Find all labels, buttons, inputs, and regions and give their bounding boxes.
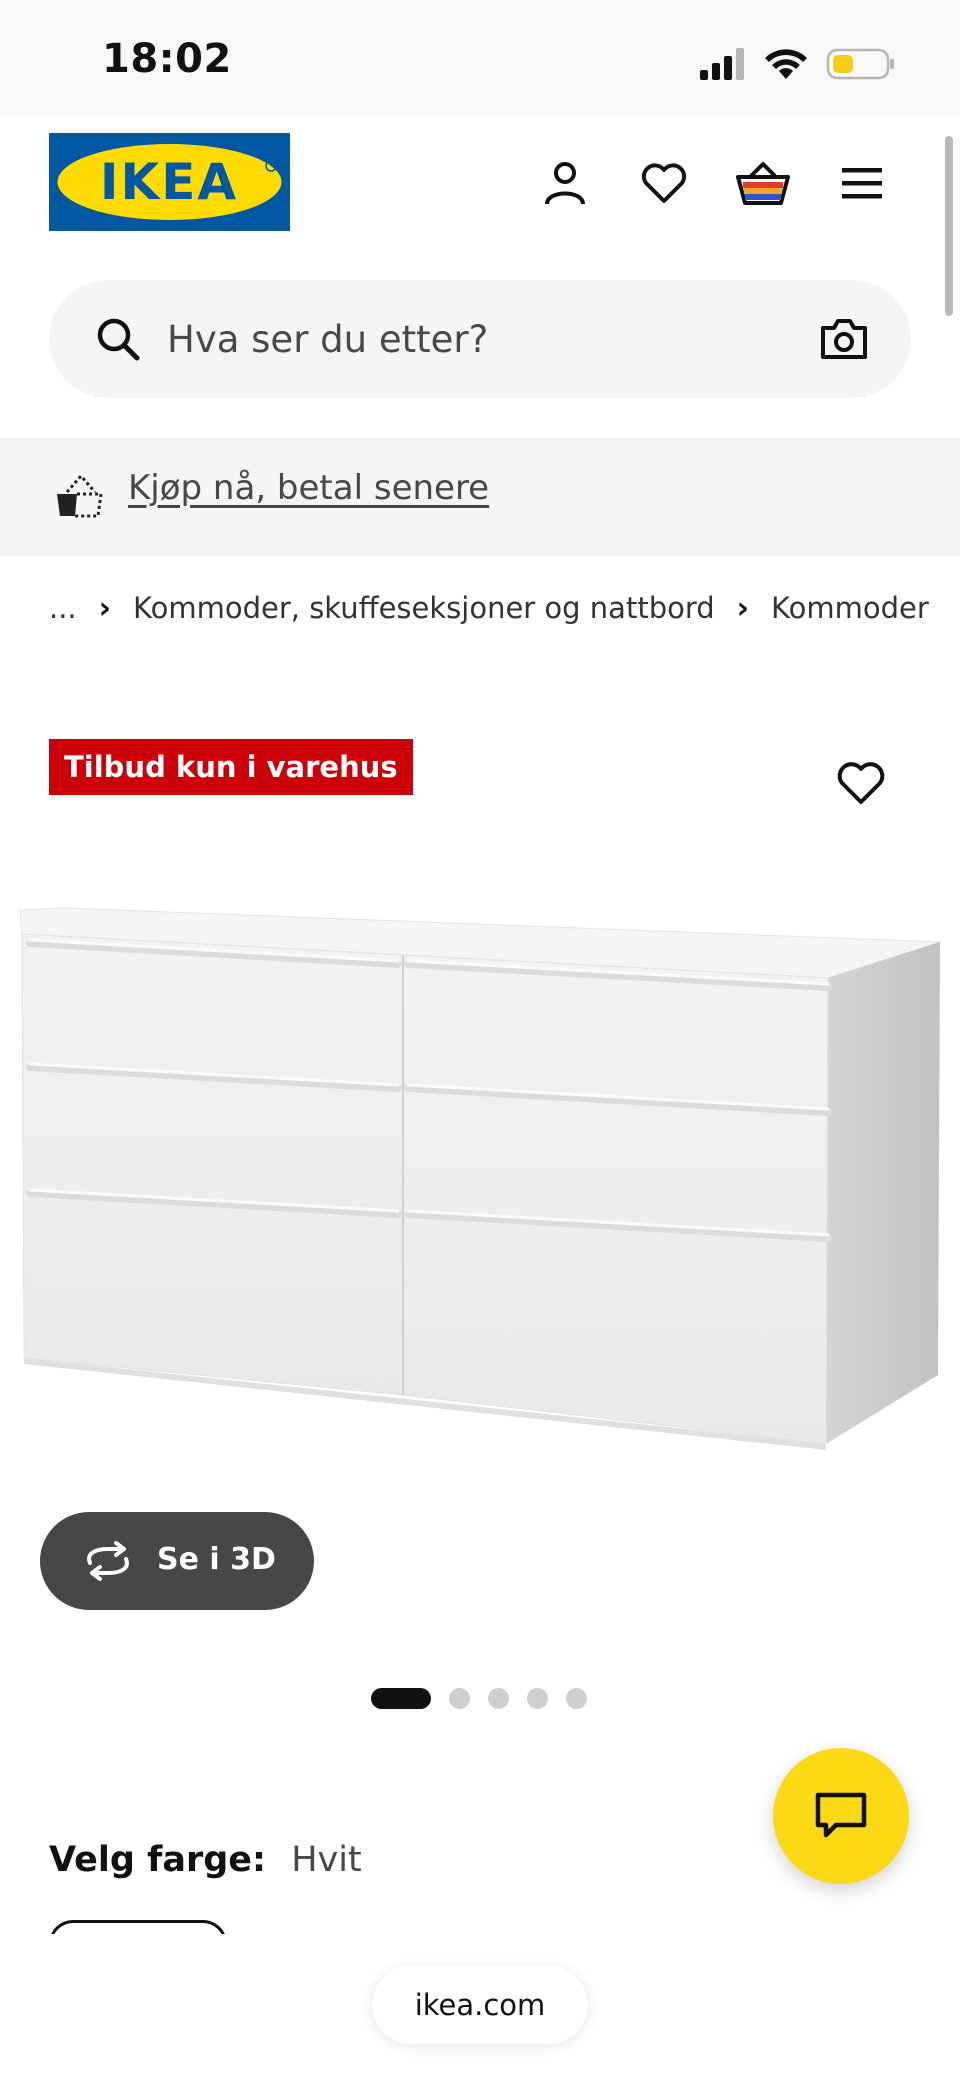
wifi-icon <box>765 49 807 79</box>
breadcrumb-item-dressers-category[interactable]: Kommoder, skuffeseksjoner og nattbord <box>133 591 715 625</box>
breadcrumb-ellipsis[interactable]: ... <box>49 591 77 625</box>
chevron-right-icon: › <box>736 590 750 626</box>
chat-icon <box>815 1792 867 1838</box>
breadcrumb: ... › Kommoder, skuffeseksjoner og nattb… <box>49 586 929 630</box>
view-in-3d-label: Se i 3D <box>157 1542 276 1577</box>
profile-icon[interactable] <box>532 150 598 216</box>
rotate-3d-icon <box>82 1541 134 1581</box>
basket-icon[interactable] <box>730 150 796 216</box>
status-bar: 18:02 <box>0 0 960 116</box>
product-image[interactable] <box>0 860 960 1510</box>
color-selector: Velg farge: Hvit <box>49 1840 362 1880</box>
breadcrumb-item-dressers[interactable]: Kommoder <box>771 591 929 625</box>
color-label: Velg farge: <box>49 1840 267 1880</box>
carousel-dot-3[interactable] <box>488 1688 509 1709</box>
camera-icon[interactable] <box>819 316 869 362</box>
logo-text: IKEA <box>100 153 238 211</box>
search-input[interactable] <box>167 308 727 370</box>
search-bar[interactable] <box>49 280 911 398</box>
image-carousel-indicator <box>371 1688 587 1709</box>
page-scrollbar[interactable] <box>945 136 953 316</box>
offer-badge: Tilbud kun i varehus <box>49 739 413 795</box>
status-icons <box>700 44 896 84</box>
pay-later-link[interactable]: Kjøp nå, betal senere <box>128 468 489 508</box>
heart-icon[interactable] <box>631 150 697 216</box>
menu-icon[interactable] <box>829 150 895 216</box>
ikea-logo[interactable]: IKEA <box>49 133 290 231</box>
carousel-dot-4[interactable] <box>527 1688 548 1709</box>
carousel-dot-5[interactable] <box>566 1688 587 1709</box>
add-to-favourites-heart-icon[interactable] <box>836 760 886 810</box>
color-value: Hvit <box>291 1840 362 1880</box>
chat-button[interactable] <box>773 1748 909 1884</box>
browser-url: ikea.com <box>414 1988 546 2022</box>
cellular-signal-icon <box>700 48 744 80</box>
pay-later-banner[interactable]: Kjøp nå, betal senere <box>0 438 960 556</box>
battery-icon <box>826 48 894 80</box>
search-icon <box>95 316 141 362</box>
browser-url-bar[interactable]: ikea.com <box>372 1966 588 2044</box>
chevron-right-icon: › <box>98 590 112 626</box>
pay-later-icon <box>53 470 105 522</box>
carousel-dot-2[interactable] <box>449 1688 470 1709</box>
status-time: 18:02 <box>102 36 232 82</box>
carousel-dot-1[interactable] <box>371 1688 431 1709</box>
view-in-3d-button[interactable]: Se i 3D <box>40 1512 314 1610</box>
